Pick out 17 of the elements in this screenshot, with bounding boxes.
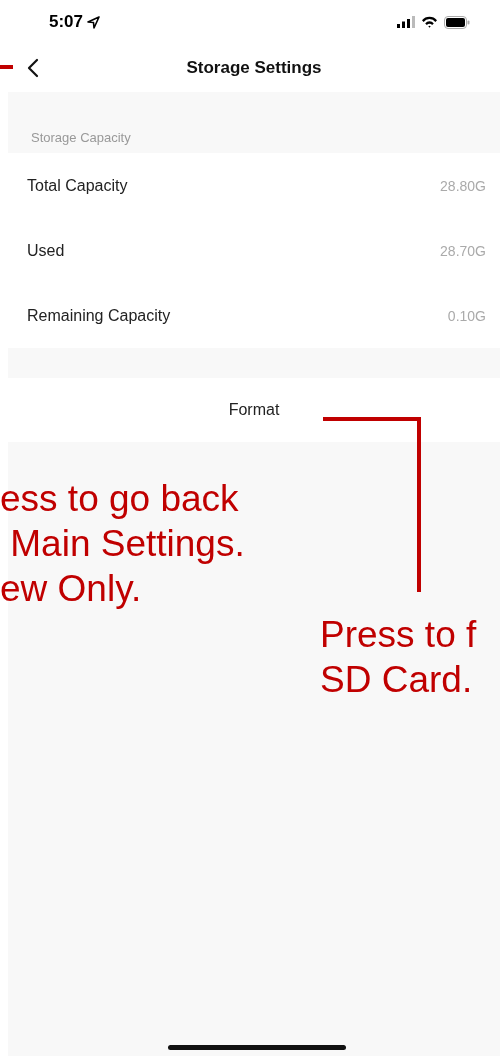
wifi-icon bbox=[421, 16, 438, 28]
row-value: 28.70G bbox=[440, 242, 486, 259]
screen-title: Storage Settings bbox=[186, 58, 322, 78]
row-value: 28.80G bbox=[440, 177, 486, 194]
row-label: Used bbox=[27, 241, 65, 260]
row-label: Total Capacity bbox=[27, 176, 128, 195]
location-arrow-icon bbox=[87, 15, 101, 29]
status-time: 5:07 bbox=[49, 12, 84, 32]
signal-icon bbox=[397, 16, 415, 28]
annotation-text: ess to go back Main Settings. ew Only. bbox=[0, 477, 245, 611]
leader-line bbox=[0, 65, 13, 69]
format-button[interactable]: Format bbox=[8, 378, 500, 442]
annotation-text: Press to f SD Card. bbox=[320, 613, 477, 702]
battery-icon bbox=[444, 15, 470, 29]
row-label: Remaining Capacity bbox=[27, 306, 171, 325]
section-header: Storage Capacity bbox=[31, 130, 131, 145]
row-value: 0.10G bbox=[447, 307, 486, 324]
